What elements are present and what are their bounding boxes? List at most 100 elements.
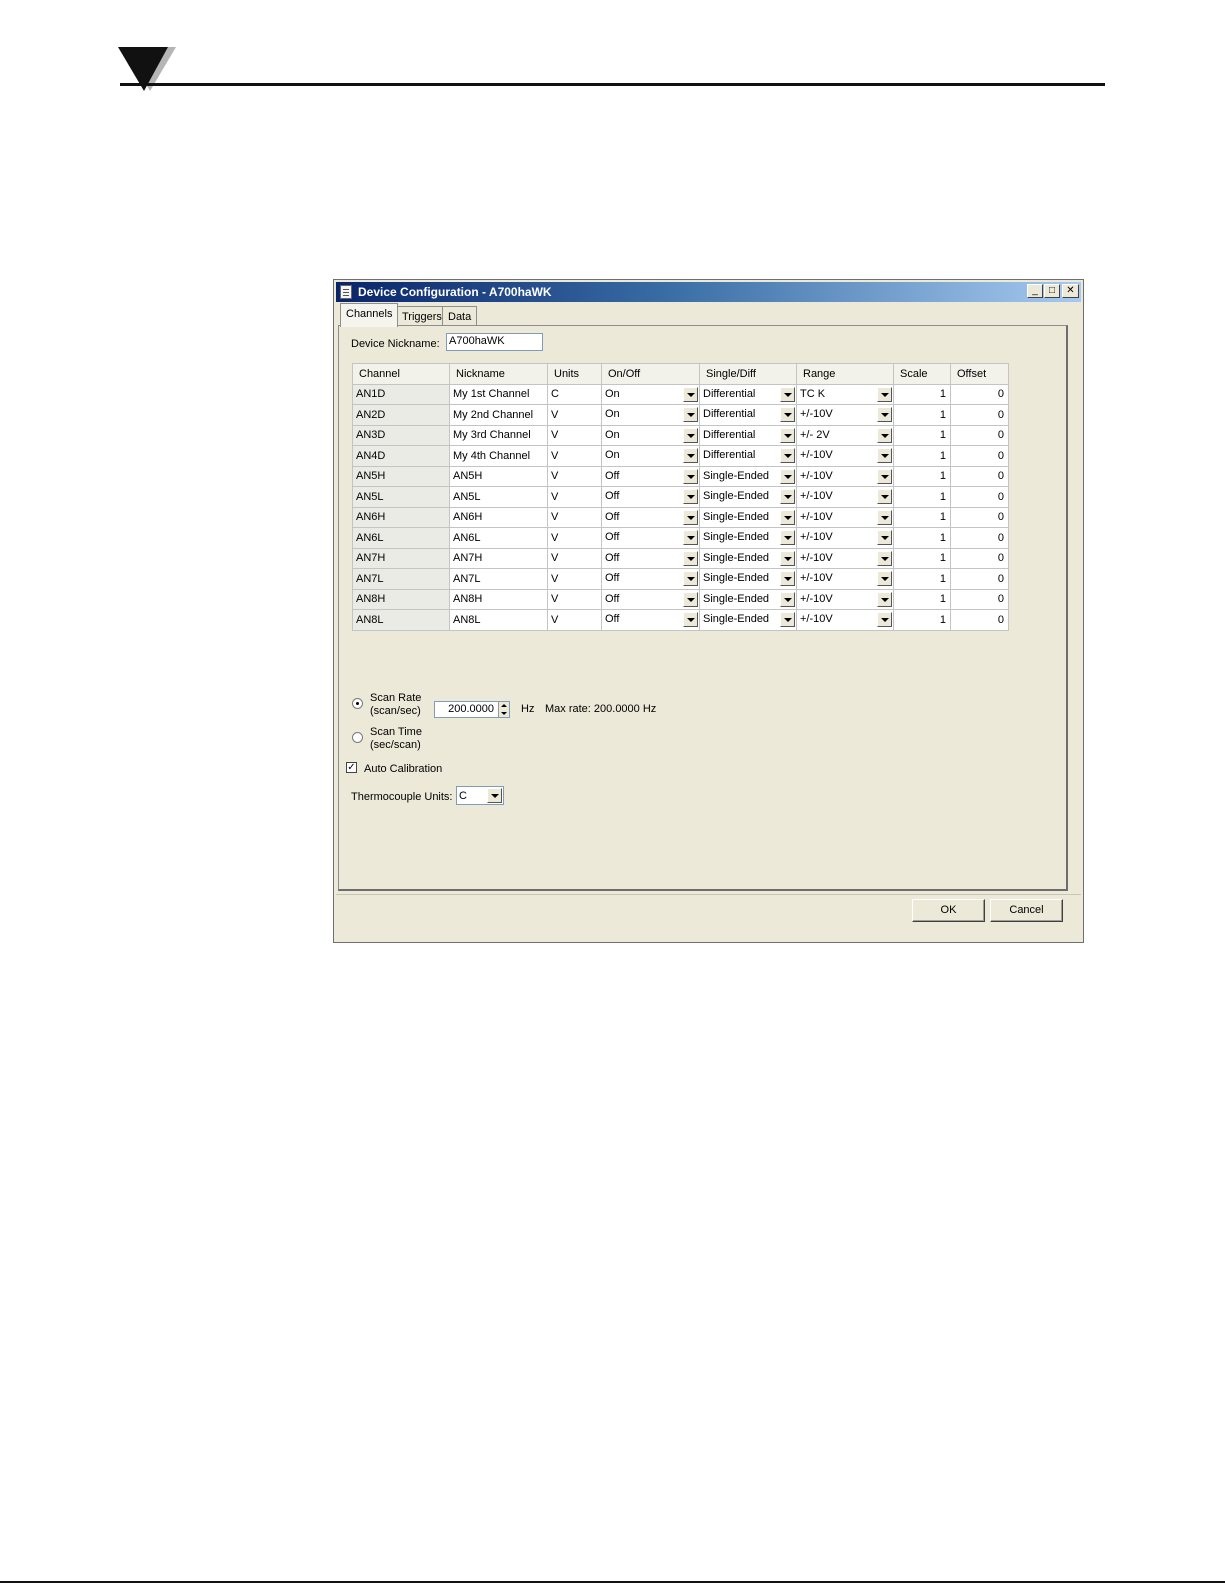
chevron-down-icon[interactable] [780,427,795,443]
nickname-cell[interactable]: AN7L [449,568,548,590]
onoff-dropdown[interactable]: On [601,424,700,446]
minimize-button[interactable]: _ [1027,284,1043,298]
onoff-dropdown[interactable]: On [601,445,700,467]
chevron-down-icon[interactable] [780,509,795,525]
scale-cell[interactable]: 1 [893,465,951,487]
chevron-down-icon[interactable] [780,571,795,586]
chevron-down-icon[interactable] [683,530,698,545]
channel-cell[interactable]: AN7H [352,547,450,569]
tab-channels[interactable]: Channels [340,303,399,327]
maximize-button[interactable]: □ [1044,284,1060,298]
chevron-down-icon[interactable] [780,386,795,402]
range-dropdown[interactable]: +/-10V [796,465,894,487]
chevron-down-icon[interactable] [487,788,502,803]
chevron-down-icon[interactable] [877,612,892,627]
nickname-cell[interactable]: My 2nd Channel [449,404,548,426]
chevron-down-icon[interactable] [683,427,698,443]
single-diff-dropdown[interactable]: Single-Ended [699,486,797,508]
scan-rate-spinner[interactable] [498,702,509,717]
offset-cell[interactable]: 0 [950,465,1009,487]
onoff-dropdown[interactable]: Off [601,609,700,631]
chevron-down-icon[interactable] [877,427,892,443]
chevron-down-icon[interactable] [683,468,698,484]
column-header[interactable]: Scale [893,363,951,385]
onoff-dropdown[interactable]: Off [601,568,700,590]
channel-cell[interactable]: AN1D [352,383,450,405]
offset-cell[interactable]: 0 [950,404,1009,426]
single-diff-dropdown[interactable]: Differential [699,404,797,426]
units-cell[interactable]: V [547,547,602,569]
scan-rate-radio[interactable] [352,698,363,709]
chevron-down-icon[interactable] [780,591,795,607]
chevron-down-icon[interactable] [877,509,892,525]
chevron-down-icon[interactable] [683,489,698,504]
units-cell[interactable]: V [547,527,602,549]
chevron-down-icon[interactable] [780,612,795,627]
single-diff-dropdown[interactable]: Single-Ended [699,465,797,487]
single-diff-dropdown[interactable]: Single-Ended [699,527,797,549]
chevron-down-icon[interactable] [877,468,892,484]
single-diff-dropdown[interactable]: Single-Ended [699,506,797,528]
single-diff-dropdown[interactable]: Differential [699,445,797,467]
onoff-dropdown[interactable]: Off [601,486,700,508]
offset-cell[interactable]: 0 [950,527,1009,549]
range-dropdown[interactable]: +/-10V [796,486,894,508]
chevron-down-icon[interactable] [683,448,698,463]
column-header[interactable]: Range [796,363,894,385]
chevron-down-icon[interactable] [683,509,698,525]
range-dropdown[interactable]: +/-10V [796,588,894,610]
onoff-dropdown[interactable]: Off [601,588,700,610]
units-cell[interactable]: V [547,568,602,590]
channel-cell[interactable]: AN6H [352,506,450,528]
chevron-down-icon[interactable] [780,407,795,422]
chevron-down-icon[interactable] [683,407,698,422]
offset-cell[interactable]: 0 [950,588,1009,610]
chevron-down-icon[interactable] [877,591,892,607]
units-cell[interactable]: V [547,445,602,467]
thermocouple-units-select[interactable]: C [456,786,504,805]
chevron-down-icon[interactable] [780,468,795,484]
single-diff-dropdown[interactable]: Single-Ended [699,588,797,610]
nickname-cell[interactable]: AN5L [449,486,548,508]
scan-time-radio[interactable] [352,732,363,743]
single-diff-dropdown[interactable]: Differential [699,383,797,405]
units-cell[interactable]: V [547,588,602,610]
chevron-down-icon[interactable] [780,550,795,566]
range-dropdown[interactable]: +/-10V [796,568,894,590]
offset-cell[interactable]: 0 [950,424,1009,446]
single-diff-dropdown[interactable]: Single-Ended [699,547,797,569]
range-dropdown[interactable]: +/-10V [796,404,894,426]
range-dropdown[interactable]: +/-10V [796,609,894,631]
scale-cell[interactable]: 1 [893,547,951,569]
column-header[interactable]: Nickname [449,363,548,385]
range-dropdown[interactable]: +/-10V [796,547,894,569]
single-diff-dropdown[interactable]: Single-Ended [699,568,797,590]
units-cell[interactable]: V [547,506,602,528]
onoff-dropdown[interactable]: On [601,383,700,405]
chevron-down-icon[interactable] [683,591,698,607]
units-cell[interactable]: V [547,404,602,426]
single-diff-dropdown[interactable]: Single-Ended [699,609,797,631]
channel-cell[interactable]: AN6L [352,527,450,549]
cancel-button[interactable]: Cancel [990,899,1063,922]
nickname-cell[interactable]: AN7H [449,547,548,569]
units-cell[interactable]: V [547,465,602,487]
column-header[interactable]: Units [547,363,602,385]
scale-cell[interactable]: 1 [893,588,951,610]
chevron-down-icon[interactable] [780,530,795,545]
scale-cell[interactable]: 1 [893,568,951,590]
chevron-down-icon[interactable] [877,448,892,463]
nickname-cell[interactable]: AN6H [449,506,548,528]
chevron-down-icon[interactable] [683,386,698,402]
offset-cell[interactable]: 0 [950,609,1009,631]
chevron-down-icon[interactable] [877,489,892,504]
range-dropdown[interactable]: +/-10V [796,506,894,528]
column-header[interactable]: On/Off [601,363,700,385]
auto-calibration-checkbox[interactable]: ✓ [346,762,357,773]
title-bar[interactable]: Device Configuration - A700haWK _ □ ✕ [336,282,1081,302]
nickname-cell[interactable]: AN6L [449,527,548,549]
channel-cell[interactable]: AN5H [352,465,450,487]
offset-cell[interactable]: 0 [950,445,1009,467]
column-header[interactable]: Single/Diff [699,363,797,385]
range-dropdown[interactable]: +/-10V [796,527,894,549]
